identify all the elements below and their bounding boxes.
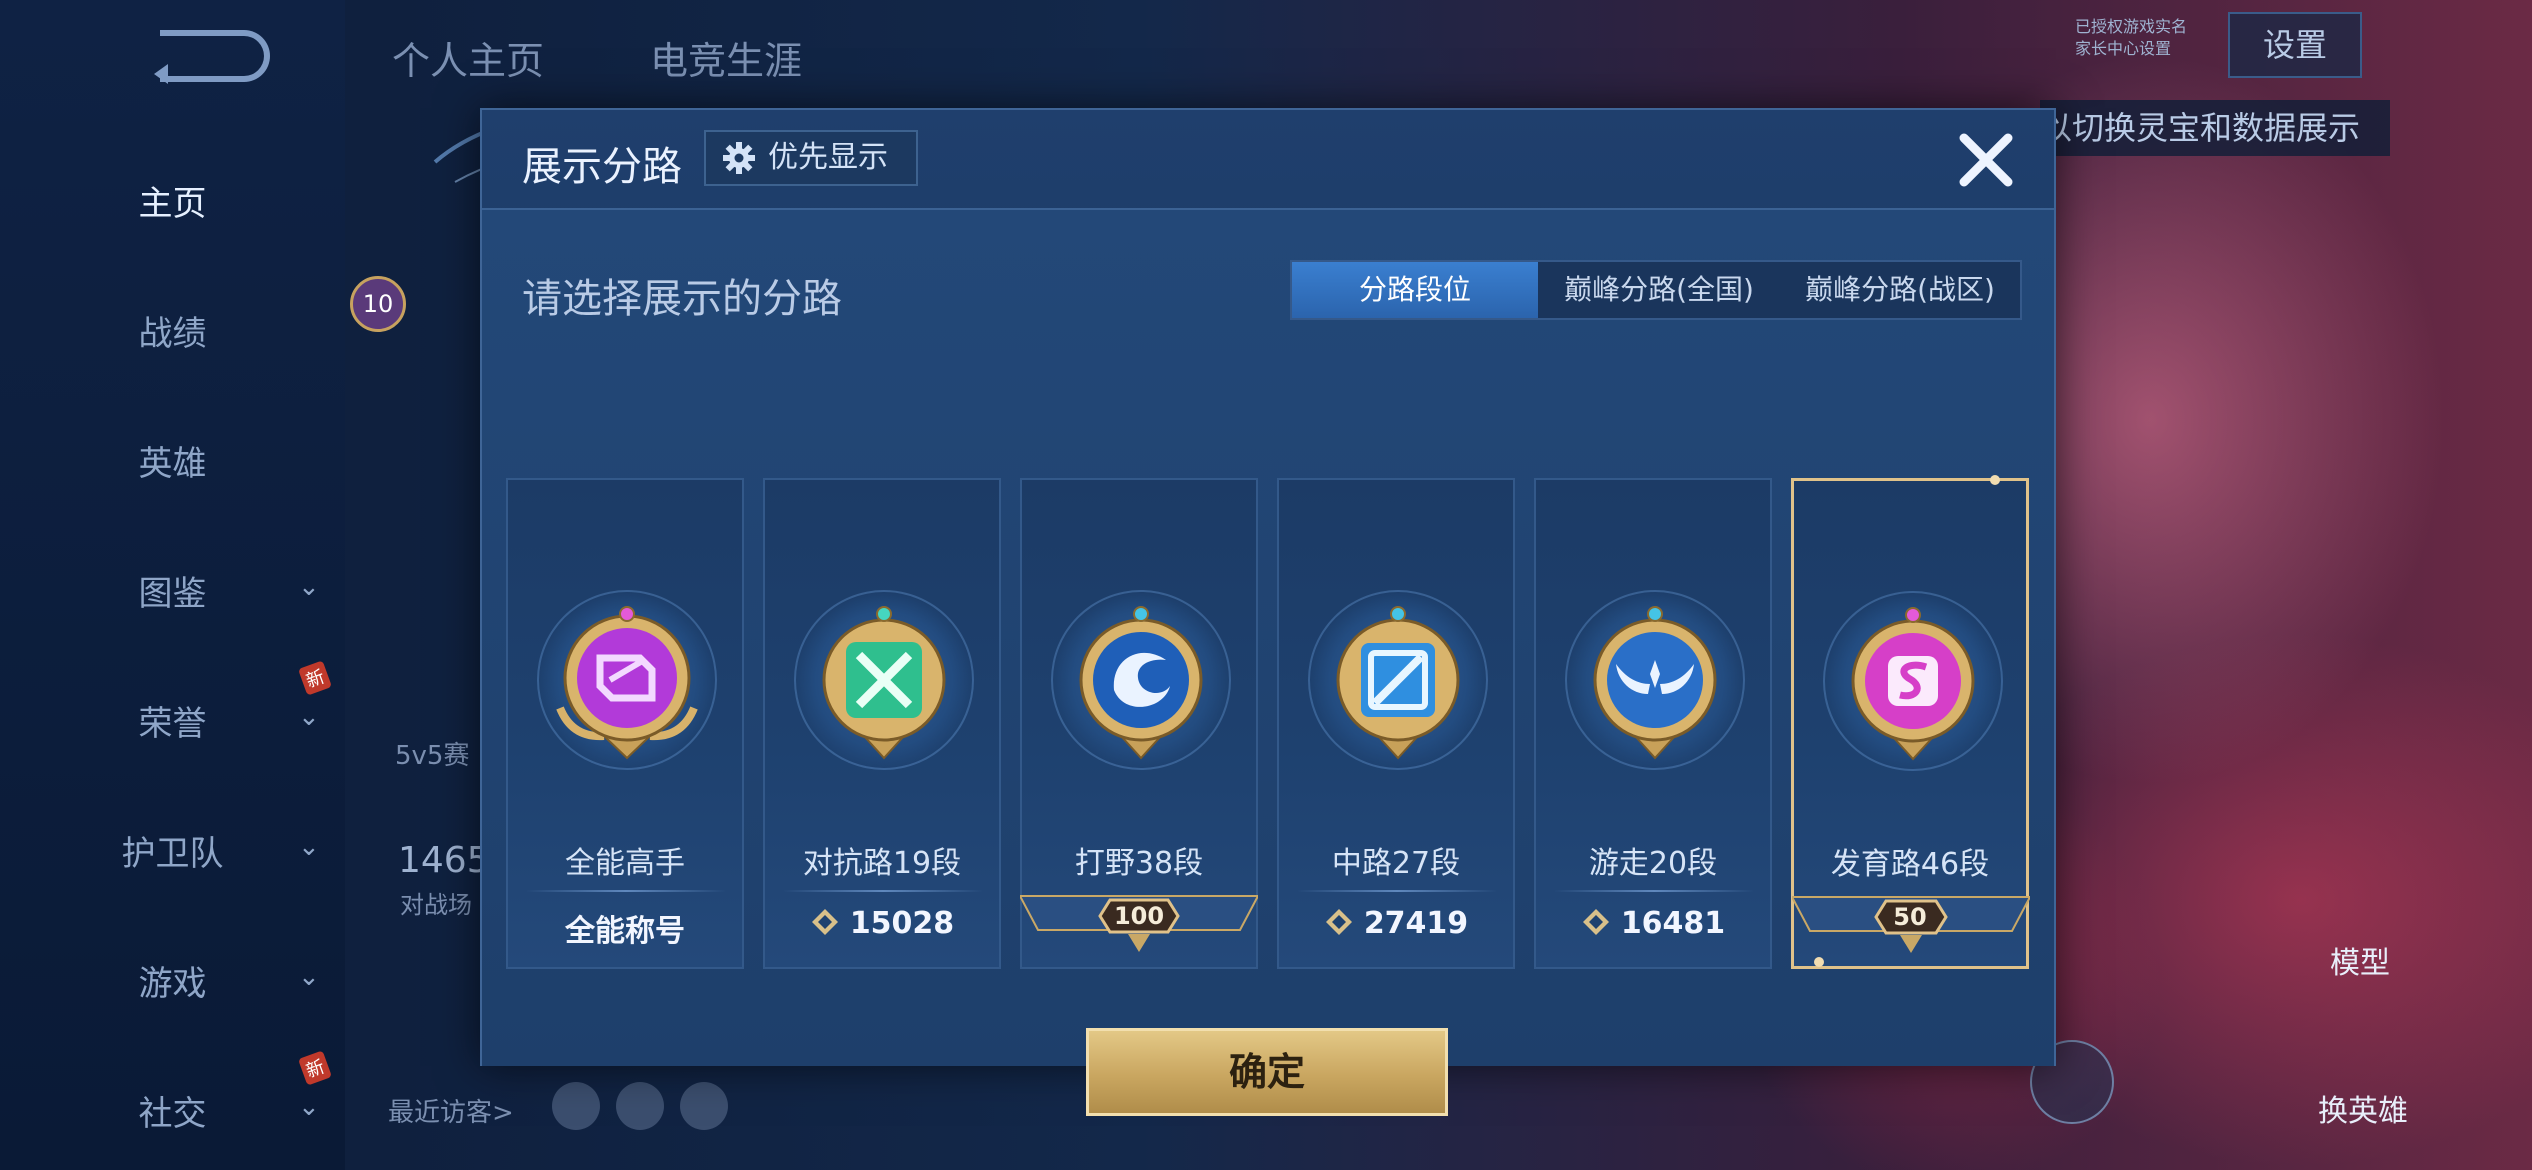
confirm-button[interactable]: 确定 — [1086, 1028, 1448, 1116]
rank-star-count: 100 — [1113, 902, 1165, 930]
tab-profile[interactable]: 个人主页 — [392, 30, 544, 85]
lane-card-roam[interactable]: 游走20段 16481 — [1534, 478, 1772, 969]
sidebar-item-label: 战绩 — [138, 314, 207, 354]
tab-peak-lane-region[interactable]: 巅峰分路(战区) — [1780, 262, 2020, 318]
points-value: 16481 — [1620, 906, 1726, 941]
sidebar-item-records[interactable]: 战绩 — [0, 306, 345, 355]
lane-card-name: 游走20段 — [1588, 846, 1718, 881]
lane-points: 16481 — [1536, 906, 1770, 941]
chevron-down-icon: ⌄ — [298, 702, 320, 732]
selection-subtitle: 请选择展示的分路 — [522, 276, 842, 322]
sidebar-item-honor[interactable]: 荣誉 ⌄ — [0, 696, 345, 745]
lane-card-all-round[interactable]: 全能高手 全能称号 — [506, 478, 744, 969]
sidebar-item-label: 荣誉 — [138, 704, 207, 744]
card-divider — [1297, 890, 1497, 892]
chevron-down-icon: ⌄ — [298, 572, 320, 602]
rank-star-count: 50 — [1893, 903, 1927, 931]
lane-card-jungle[interactable]: 打野38段 100 — [1020, 478, 1258, 969]
tab-esports-career[interactable]: 电竞生涯 — [650, 30, 802, 85]
lane-selection-panel: 请选择展示的分路 分路段位 巅峰分路(全国) 巅峰分路(战区) 全能高手 全能称… — [482, 208, 2054, 1116]
lane-card-name: 发育路46段 — [1830, 847, 1990, 882]
sidebar-item-label: 护卫队 — [121, 834, 224, 874]
lane-display-dialog: 展示分路 优先显示 请选择展示的分路 分路段位 巅峰分路(全国) 巅峰分路(战区… — [480, 108, 2056, 1116]
switch-hero-button[interactable]: 换英雄 — [2318, 1086, 2408, 1130]
points-icon — [1582, 909, 1609, 935]
priority-display-label: 优先显示 — [768, 140, 888, 175]
note-line: 已授权游戏实名 — [2075, 17, 2188, 36]
tab-peak-lane-national[interactable]: 巅峰分路(全国) — [1538, 262, 1780, 318]
visitor-avatar[interactable] — [680, 1082, 728, 1130]
new-badge: 新 — [297, 660, 333, 696]
jungle-emblem-icon — [1079, 606, 1203, 760]
farm-lane-emblem-icon — [1851, 607, 1975, 761]
lane-card-name: 对抗路19段 — [802, 846, 962, 881]
visitor-avatar[interactable] — [552, 1082, 600, 1130]
sidebar-item-label: 英雄 — [138, 444, 207, 484]
card-divider — [783, 890, 983, 892]
sidebar-item-collection[interactable]: 图鉴 ⌄ — [0, 566, 345, 615]
sidebar-item-games[interactable]: 游戏 ⌄ — [0, 956, 345, 1005]
recent-visitors-link[interactable]: 最近访客> — [388, 1092, 514, 1129]
close-icon[interactable] — [1950, 124, 2022, 196]
lane-card-name: 中路27段 — [1331, 846, 1461, 881]
chevron-down-icon: ⌄ — [298, 962, 320, 992]
dialog-title: 展示分路 — [522, 144, 682, 190]
level-text: 10 — [362, 290, 394, 318]
sidebar-item-label: 图鉴 — [138, 574, 207, 614]
lane-card-name: 全能高手 — [565, 846, 685, 881]
points-icon — [811, 909, 838, 935]
lane-tab-group: 分路段位 巅峰分路(全国) 巅峰分路(战区) — [1290, 260, 2022, 320]
note-line: 家长中心设置 — [2075, 39, 2172, 58]
gear-icon — [723, 142, 755, 174]
sidebar-item-label: 主页 — [138, 184, 207, 224]
points-value: 27419 — [1363, 906, 1469, 941]
tab-lane-rank[interactable]: 分路段位 — [1292, 262, 1538, 318]
score-text: 1465 — [398, 840, 490, 881]
lane-card-farm[interactable]: 发育路46段 50 — [1791, 475, 2030, 969]
back-icon[interactable] — [154, 30, 270, 84]
mode-text: 5v5赛 — [395, 741, 470, 771]
card-divider — [1554, 890, 1754, 892]
selection-corner-dot — [1990, 475, 2000, 485]
score-sub-text: 对战场 — [400, 891, 472, 919]
chevron-down-icon: ⌄ — [298, 1092, 320, 1122]
hint-label: 以切换灵宝和数据展示 — [2040, 109, 2361, 147]
points-value: 15028 — [849, 906, 955, 941]
points-icon — [1325, 909, 1352, 935]
sidebar-item-social[interactable]: 社交 ⌄ — [0, 1086, 345, 1135]
model-button[interactable]: 模型 — [2330, 938, 2390, 982]
clash-lane-emblem-icon — [822, 606, 946, 760]
visitor-avatar[interactable] — [616, 1082, 664, 1130]
lane-card-clash[interactable]: 对抗路19段 15028 — [763, 478, 1001, 969]
settings-button[interactable]: 设置 — [2228, 12, 2362, 78]
priority-display-button[interactable]: 优先显示 — [704, 130, 918, 186]
sidebar-item-home[interactable]: 主页 — [0, 176, 345, 225]
hint-text: 以切换灵宝和数据展示 — [2040, 100, 2390, 156]
sidebar-item-heroes[interactable]: 英雄 — [0, 436, 345, 485]
lane-card-name: 打野38段 — [1074, 846, 1204, 881]
all-round-emblem-icon — [556, 606, 698, 760]
lane-points: 15028 — [765, 906, 999, 941]
all-round-title: 全能称号 — [565, 914, 685, 949]
sidebar-item-label: 社交 — [138, 1094, 207, 1134]
mid-lane-emblem-icon — [1336, 606, 1460, 760]
roam-emblem-icon — [1593, 606, 1717, 760]
guardian-note: 已授权游戏实名 家长中心设置 — [2075, 16, 2187, 60]
level-badge: 10 — [350, 276, 406, 332]
lane-points: 27419 — [1279, 906, 1513, 941]
new-badge: 新 — [297, 1050, 333, 1086]
card-divider — [526, 890, 726, 892]
lane-card-mid[interactable]: 中路27段 27419 — [1277, 478, 1515, 969]
sidebar: 主页 战绩 英雄 图鉴 ⌄ 荣誉 ⌄ 新 护卫队 ⌄ 游戏 ⌄ 社交 ⌄ 新 — [0, 0, 345, 1170]
chevron-down-icon: ⌄ — [298, 832, 320, 862]
sidebar-item-guard-team[interactable]: 护卫队 ⌄ — [0, 826, 345, 875]
sidebar-item-label: 游戏 — [138, 964, 207, 1004]
